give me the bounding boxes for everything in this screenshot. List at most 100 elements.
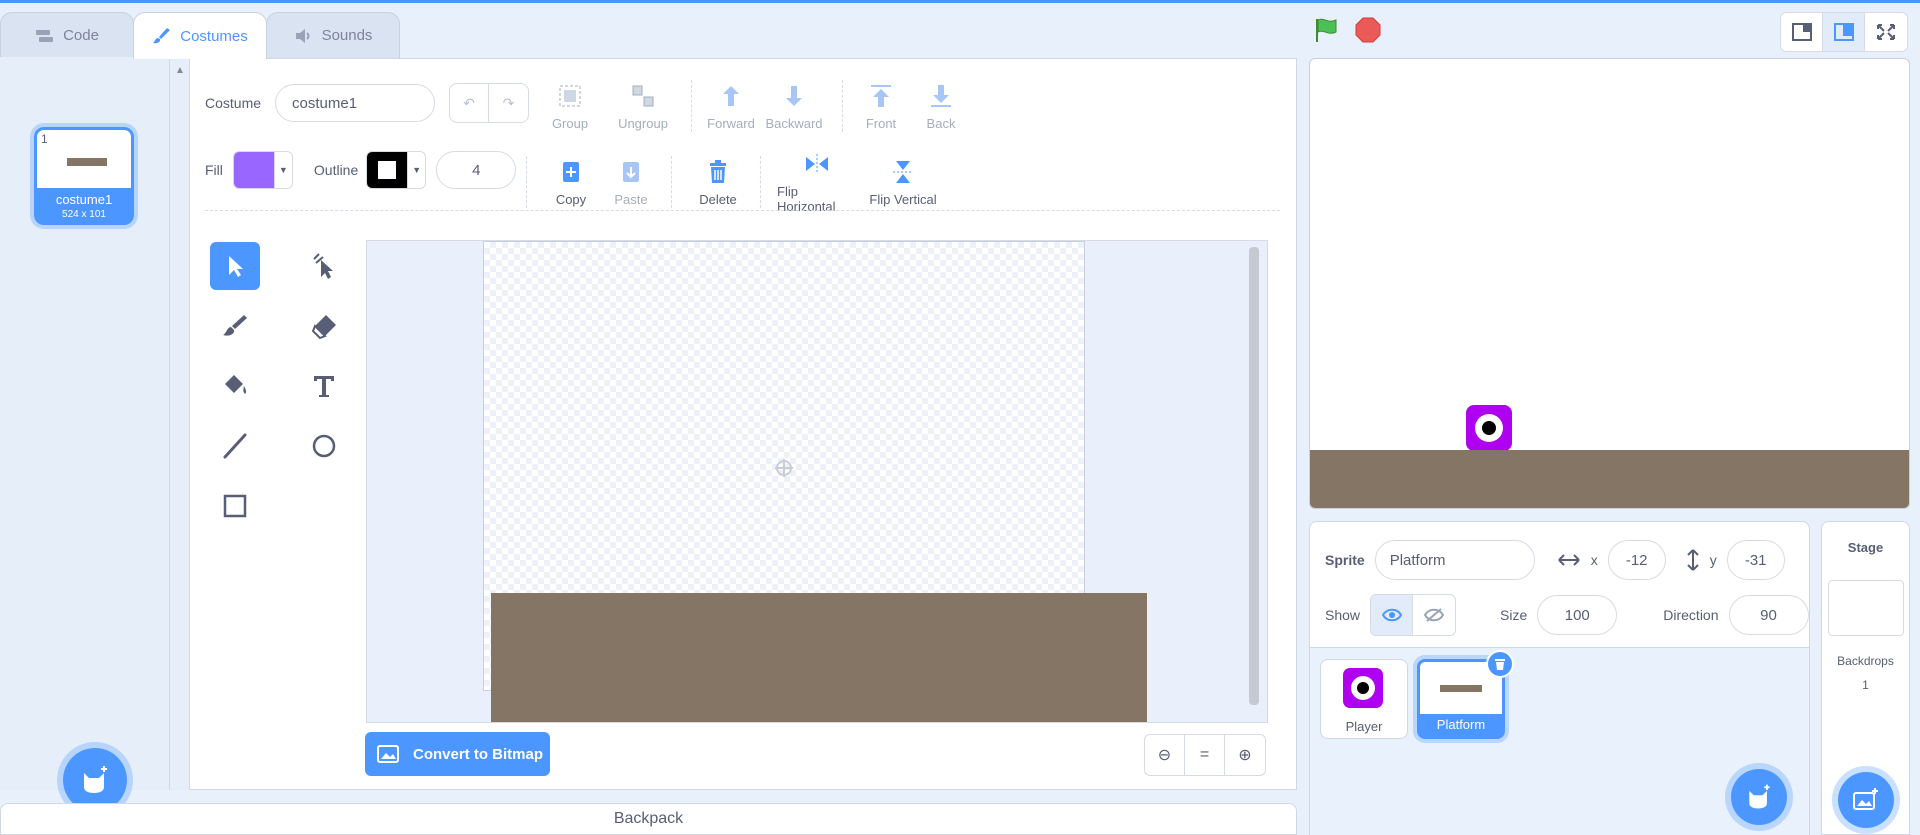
text-tool[interactable] <box>299 362 349 410</box>
eraser-tool[interactable] <box>299 302 349 350</box>
reshape-tool[interactable] <box>299 242 349 290</box>
flip-horizontal-button[interactable]: Flip Horizontal <box>777 150 857 214</box>
circle-tool[interactable] <box>299 422 349 470</box>
costume-item[interactable]: 1 costume1 524 x 101 <box>34 127 134 225</box>
center-crosshair-icon <box>775 459 793 477</box>
tab-sounds-label: Sounds <box>321 27 373 44</box>
small-stage-icon[interactable] <box>1781 13 1823 51</box>
tab-code-label: Code <box>63 27 99 44</box>
line-tool[interactable] <box>210 422 260 470</box>
undo-redo-group: ↶ ↷ <box>449 83 530 123</box>
x-input[interactable]: -12 <box>1607 540 1666 580</box>
back-button[interactable]: Back <box>921 82 961 131</box>
select-tool[interactable] <box>210 242 260 290</box>
player-sprite[interactable] <box>1466 405 1512 451</box>
costume-name-input[interactable]: costume1 <box>275 84 436 122</box>
copy-icon <box>563 161 579 182</box>
costume-list: 1 costume1 524 x 101 <box>0 57 170 812</box>
backdrop-thumbnail[interactable] <box>1828 580 1904 636</box>
undo-icon[interactable]: ↶ <box>450 84 490 122</box>
sprite-list: Player Platform <box>1310 648 1809 835</box>
outline-width-input[interactable]: 4 <box>436 151 517 189</box>
ungroup-icon <box>632 85 654 106</box>
copy-button[interactable]: Copy <box>551 158 591 207</box>
zoom-in-icon[interactable]: ⊕ <box>1225 735 1265 775</box>
sprite-card-label: Platform <box>1420 714 1502 736</box>
platform-shape[interactable] <box>491 593 1147 722</box>
tab-costumes[interactable]: Costumes <box>133 12 267 59</box>
stage-selector[interactable]: Stage Backdrops 1 <box>1821 521 1910 835</box>
delete-sprite-button[interactable] <box>1486 650 1514 678</box>
paint-canvas[interactable] <box>366 240 1268 723</box>
front-button[interactable]: Front <box>861 82 901 131</box>
paste-label: Paste <box>614 191 648 207</box>
size-input[interactable]: 100 <box>1537 595 1618 635</box>
code-icon <box>36 29 54 42</box>
eye-icon[interactable] <box>1371 595 1414 635</box>
stop-icon[interactable] <box>1354 16 1382 44</box>
canvas-scrollbar[interactable] <box>1249 247 1259 705</box>
sprite-name-input[interactable]: Platform <box>1374 540 1535 580</box>
size-label: Size <box>1500 607 1528 623</box>
costume-name: costume1 <box>55 192 113 207</box>
costume-number: 1 <box>41 132 48 146</box>
backpack-bar[interactable]: Backpack <box>0 803 1297 835</box>
ungroup-button[interactable]: Ungroup <box>613 82 673 131</box>
backward-button[interactable]: Backward <box>764 82 824 131</box>
rectangle-tool[interactable] <box>210 482 260 530</box>
paste-button[interactable]: Paste <box>611 158 651 207</box>
toolbar-divider <box>842 80 843 132</box>
image-icon <box>377 745 399 763</box>
group-button[interactable]: Group <box>551 82 589 131</box>
costume-name-row: Costume costume1 ↶ ↷ <box>205 83 530 123</box>
green-flag-icon[interactable] <box>1312 16 1340 44</box>
text-icon <box>314 376 334 397</box>
visibility-toggle <box>1370 594 1457 636</box>
brush-tool[interactable] <box>210 302 260 350</box>
stage-canvas[interactable] <box>1309 58 1910 509</box>
redo-icon[interactable]: ↷ <box>489 84 528 122</box>
delete-button[interactable]: Delete <box>696 158 740 207</box>
forward-label: Forward <box>707 115 755 131</box>
outline-color-picker[interactable]: ▼ <box>366 151 427 189</box>
eye-hidden-icon[interactable] <box>1413 595 1455 635</box>
fullscreen-icon[interactable] <box>1865 13 1907 51</box>
reshape-icon <box>313 253 333 279</box>
vertical-arrows-icon <box>1686 549 1699 571</box>
add-sprite-button[interactable] <box>1731 769 1787 825</box>
zoom-reset-button[interactable]: = <box>1185 735 1225 775</box>
copy-label: Copy <box>555 191 587 207</box>
convert-label: Convert to Bitmap <box>413 745 544 763</box>
normal-stage-icon[interactable] <box>1823 13 1865 51</box>
toolbar-divider <box>691 80 692 132</box>
tab-sounds[interactable]: Sounds <box>266 12 400 58</box>
tab-code[interactable]: Code <box>0 12 134 58</box>
y-input[interactable]: -31 <box>1726 540 1785 580</box>
sprite-card-platform[interactable]: Platform <box>1417 650 1514 739</box>
zoom-out-icon[interactable]: ⊖ <box>1145 735 1185 775</box>
stage-title: Stage <box>1847 540 1884 555</box>
costume-label: Costume <box>205 95 262 111</box>
fill-color-picker[interactable]: ▼ <box>232 151 293 189</box>
image-plus-icon <box>1853 788 1878 810</box>
costume-list-scrollbar[interactable]: ▲ <box>170 57 190 790</box>
costume-size: 524 x 101 <box>62 209 106 220</box>
back-label: Back <box>926 115 956 131</box>
sprite-info: Sprite Platform x -12 y -31 Show Size 10… <box>1310 522 1809 648</box>
group-label: Group <box>551 115 589 131</box>
direction-input[interactable]: 90 <box>1728 595 1809 635</box>
platform-sprite[interactable] <box>1310 450 1909 508</box>
sprite-card-label: Player <box>1345 719 1383 734</box>
sprite-card-player[interactable]: Player <box>1320 659 1408 739</box>
fill-tool[interactable] <box>210 362 260 410</box>
forward-button[interactable]: Forward <box>706 82 756 131</box>
back-icon <box>931 84 951 107</box>
outline-label: Outline <box>313 162 359 178</box>
speaker-icon <box>295 28 310 43</box>
add-backdrop-button[interactable] <box>1838 772 1894 828</box>
scroll-up-icon[interactable]: ▲ <box>175 65 185 76</box>
line-icon <box>223 433 247 459</box>
tab-costumes-label: Costumes <box>180 27 248 45</box>
convert-to-bitmap-button[interactable]: Convert to Bitmap <box>365 732 550 776</box>
flip-vertical-button[interactable]: Flip Vertical <box>869 158 937 207</box>
